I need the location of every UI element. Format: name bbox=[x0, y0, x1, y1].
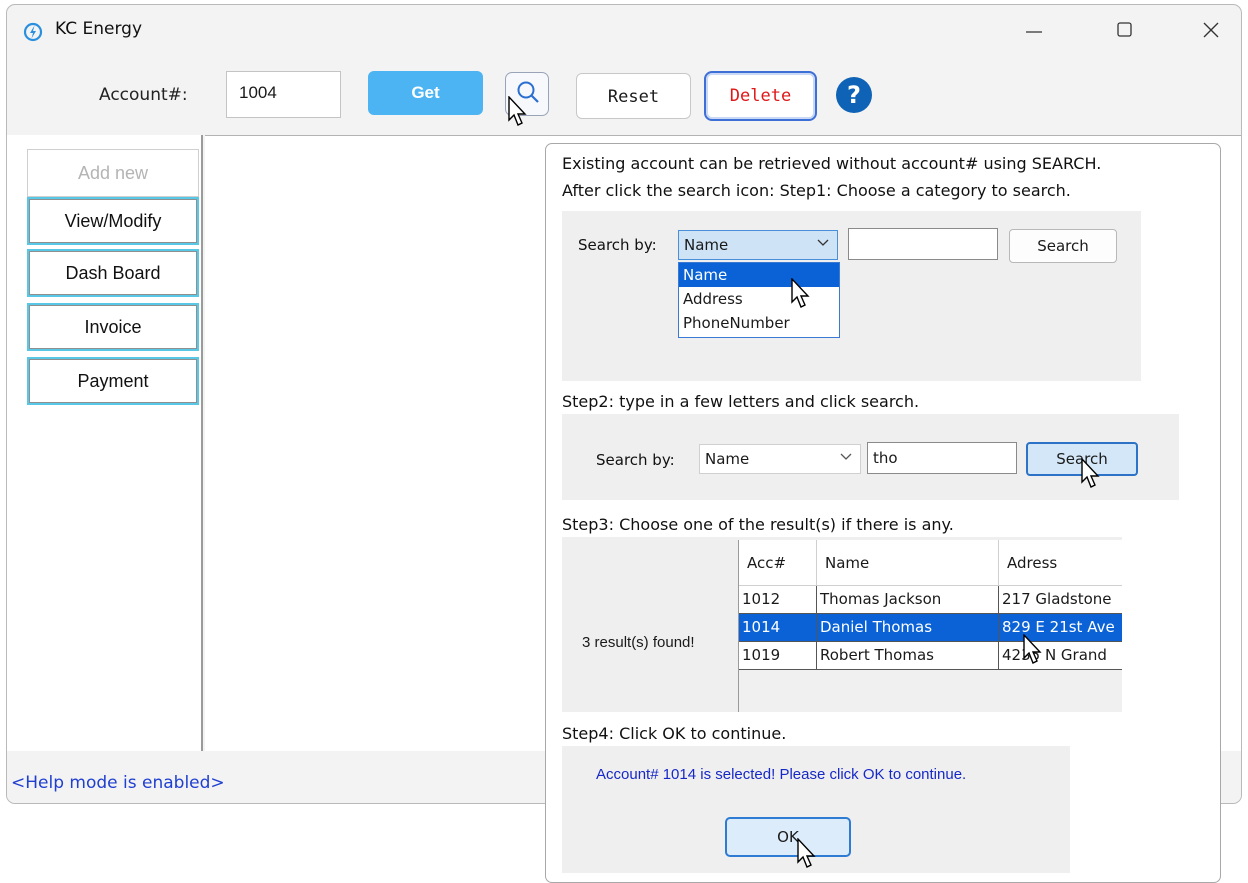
account-label: Account#: bbox=[99, 85, 188, 105]
close-icon bbox=[1203, 22, 1219, 38]
mouse-pointer-icon bbox=[1081, 458, 1100, 488]
selection-message: Account# 1014 is selected! Please click … bbox=[596, 766, 967, 783]
column-header-name[interactable]: Name bbox=[817, 540, 999, 586]
step1-category-select[interactable]: Name bbox=[678, 230, 838, 260]
column-header-acc[interactable]: Acc# bbox=[739, 540, 817, 586]
sidebar-item-dash-board[interactable]: Dash Board bbox=[27, 249, 199, 297]
title-bar[interactable]: KC Energy bbox=[7, 5, 1241, 57]
table-row-cell[interactable]: Robert Thomas bbox=[817, 642, 999, 670]
dropdown-option-name[interactable]: Name bbox=[679, 263, 839, 287]
table-row-cell[interactable]: Thomas Jackson bbox=[817, 586, 999, 614]
table-row-cell-selected[interactable]: 829 E 21st Ave bbox=[999, 614, 1122, 642]
step1-search-by-label: Search by: bbox=[578, 236, 657, 254]
help-intro-line2: After click the search icon: Step1: Choo… bbox=[562, 181, 1071, 200]
table-row-cell-selected[interactable]: 1014 bbox=[739, 614, 817, 642]
mouse-pointer-icon bbox=[797, 838, 816, 868]
app-logo-icon bbox=[23, 22, 43, 42]
step2-search-input[interactable]: tho bbox=[867, 442, 1017, 474]
maximize-icon bbox=[1117, 22, 1132, 37]
results-table: Acc# Name Adress 1012 Thomas Jackson 217… bbox=[738, 540, 1122, 712]
dropdown-option-address[interactable]: Address bbox=[679, 287, 839, 311]
minimize-button[interactable] bbox=[1011, 13, 1057, 47]
column-header-address[interactable]: Adress bbox=[999, 540, 1122, 586]
step2-search-by-label: Search by: bbox=[596, 451, 675, 469]
step1-search-input[interactable] bbox=[848, 228, 998, 260]
minimize-icon bbox=[1026, 31, 1042, 33]
step2-category-select[interactable]: Name bbox=[699, 444, 861, 474]
sidebar-item-view-modify[interactable]: View/Modify bbox=[27, 197, 199, 245]
step1-category-value: Name bbox=[684, 236, 729, 254]
delete-button[interactable]: Delete bbox=[704, 71, 817, 121]
close-button[interactable] bbox=[1188, 13, 1234, 47]
sidebar-item-add-new: Add new bbox=[27, 149, 199, 197]
table-row-cell[interactable]: 1019 bbox=[739, 642, 817, 670]
chevron-down-icon bbox=[840, 453, 852, 460]
table-row-cell-selected[interactable]: Daniel Thomas bbox=[817, 614, 999, 642]
help-mode-status: <Help mode is enabled> bbox=[11, 773, 225, 793]
sidebar-item-payment[interactable]: Payment bbox=[27, 357, 199, 405]
reset-button[interactable]: Reset bbox=[576, 73, 691, 119]
help-button[interactable]: ? bbox=[836, 77, 872, 113]
step1-category-dropdown: Name Address PhoneNumber bbox=[678, 262, 840, 338]
step3-instruction: Step3: Choose one of the result(s) if th… bbox=[562, 515, 954, 534]
step1-search-button[interactable]: Search bbox=[1009, 229, 1117, 263]
mouse-pointer-icon bbox=[791, 278, 810, 308]
step2-category-value: Name bbox=[705, 450, 750, 468]
step2-instruction: Step2: type in a few letters and click s… bbox=[562, 392, 920, 411]
mouse-pointer-icon bbox=[508, 96, 527, 126]
dropdown-option-phonenumber[interactable]: PhoneNumber bbox=[679, 311, 839, 335]
table-row-cell[interactable]: 217 Gladstone bbox=[999, 586, 1122, 614]
ok-button[interactable]: OK bbox=[725, 817, 851, 857]
result-count: 3 result(s) found! bbox=[582, 634, 695, 651]
chevron-down-icon bbox=[817, 239, 829, 246]
help-icon: ? bbox=[847, 81, 861, 109]
sidebar-item-invoice[interactable]: Invoice bbox=[27, 303, 199, 351]
step4-instruction: Step4: Click OK to continue. bbox=[562, 724, 787, 743]
get-button[interactable]: Get bbox=[368, 71, 483, 115]
window-title: KC Energy bbox=[55, 19, 143, 39]
table-row-cell[interactable]: 1012 bbox=[739, 586, 817, 614]
account-input[interactable]: 1004 bbox=[226, 71, 341, 118]
help-intro-line1: Existing account can be retrieved withou… bbox=[562, 154, 1102, 173]
table-row-cell[interactable]: 4235 N Grand bbox=[999, 642, 1122, 670]
mouse-pointer-icon bbox=[1023, 634, 1042, 664]
maximize-button[interactable] bbox=[1102, 13, 1148, 47]
sidebar: Add new View/Modify Dash Board Invoice P… bbox=[7, 135, 203, 751]
